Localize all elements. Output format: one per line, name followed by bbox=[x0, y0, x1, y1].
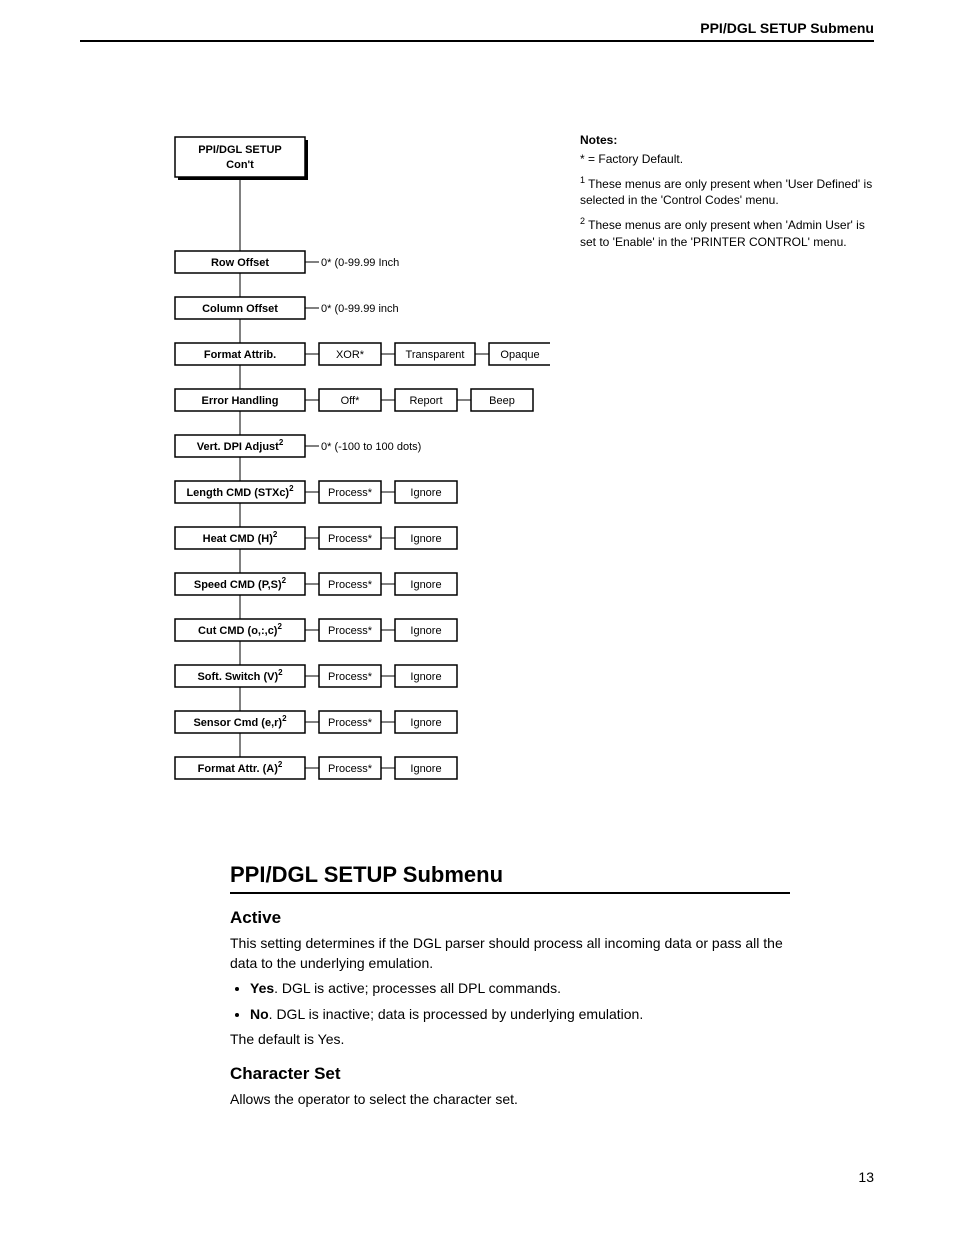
active-no-item: No. DGL is inactive; data is processed b… bbox=[250, 1005, 790, 1025]
svg-text:XOR*: XOR* bbox=[336, 349, 365, 361]
subsection-charset: Character Set bbox=[230, 1064, 790, 1084]
section-title: PPI/DGL SETUP Submenu bbox=[230, 862, 790, 888]
svg-text:Report: Report bbox=[409, 395, 442, 407]
subsection-active: Active bbox=[230, 908, 790, 928]
svg-text:0* (-100 to 100 dots): 0* (-100 to 100 dots) bbox=[321, 441, 421, 453]
svg-text:Con't: Con't bbox=[226, 159, 254, 171]
svg-text:Soft. Switch (V)2: Soft. Switch (V)2 bbox=[197, 668, 283, 683]
svg-text:Ignore: Ignore bbox=[410, 717, 441, 729]
svg-text:PPI/DGL SETUP: PPI/DGL SETUP bbox=[198, 144, 282, 156]
active-description: This setting determines if the DGL parse… bbox=[230, 934, 790, 973]
svg-text:Process*: Process* bbox=[328, 487, 373, 499]
notes-title: Notes: bbox=[580, 132, 874, 149]
menu-tree: PPI/DGL SETUP Con't Row Offset 0* (0-99.99 … bbox=[80, 132, 550, 832]
svg-text:Opaque: Opaque bbox=[500, 349, 539, 361]
active-default: The default is Yes. bbox=[230, 1030, 790, 1050]
svg-text:Process*: Process* bbox=[328, 671, 373, 683]
page: PPI/DGL SETUP Submenu PPI/DGL SETUP Con't… bbox=[0, 0, 954, 1235]
svg-text:Off*: Off* bbox=[341, 395, 360, 407]
svg-text:Row Offset: Row Offset bbox=[211, 257, 269, 269]
svg-text:Heat CMD (H)2: Heat CMD (H)2 bbox=[203, 530, 278, 545]
svg-text:Process*: Process* bbox=[328, 717, 373, 729]
svg-text:Process*: Process* bbox=[328, 625, 373, 637]
svg-text:Ignore: Ignore bbox=[410, 671, 441, 683]
svg-text:Process*: Process* bbox=[328, 763, 373, 775]
active-yes-item: Yes. DGL is active; processes all DPL co… bbox=[250, 979, 790, 999]
svg-text:Ignore: Ignore bbox=[410, 533, 441, 545]
svg-text:Error Handling: Error Handling bbox=[201, 395, 278, 407]
diagram-area: PPI/DGL SETUP Con't Row Offset 0* (0-99.99 … bbox=[80, 132, 874, 832]
section-rule bbox=[230, 892, 790, 894]
body-text: PPI/DGL SETUP Submenu Active This settin… bbox=[230, 862, 790, 1110]
svg-text:Ignore: Ignore bbox=[410, 763, 441, 775]
svg-text:Cut CMD (o,:,c)2: Cut CMD (o,:,c)2 bbox=[198, 622, 282, 637]
svg-text:Ignore: Ignore bbox=[410, 625, 441, 637]
svg-text:Beep: Beep bbox=[489, 395, 515, 407]
notes: Notes: * = Factory Default. 1 These menu… bbox=[580, 132, 874, 257]
svg-text:Format Attrib.: Format Attrib. bbox=[204, 349, 276, 361]
svg-text:Length CMD (STXc)2: Length CMD (STXc)2 bbox=[186, 484, 294, 499]
charset-description: Allows the operator to select the charac… bbox=[230, 1090, 790, 1110]
svg-text:Ignore: Ignore bbox=[410, 579, 441, 591]
svg-text:Sensor Cmd (e,r)2: Sensor Cmd (e,r)2 bbox=[193, 714, 287, 729]
svg-text:Column Offset: Column Offset bbox=[202, 303, 278, 315]
svg-text:Ignore: Ignore bbox=[410, 487, 441, 499]
svg-text:0* (0-99.99 inch: 0* (0-99.99 inch bbox=[321, 303, 399, 315]
note-2: 2 These menus are only present when 'Adm… bbox=[580, 215, 874, 251]
active-list: Yes. DGL is active; processes all DPL co… bbox=[250, 979, 790, 1024]
svg-text:Format Attr. (A)2: Format Attr. (A)2 bbox=[198, 760, 283, 775]
svg-text:Speed CMD (P,S)2: Speed CMD (P,S)2 bbox=[194, 576, 287, 591]
svg-text:Process*: Process* bbox=[328, 579, 373, 591]
note-1: 1 These menus are only present when 'Use… bbox=[580, 174, 874, 210]
svg-text:Vert. DPI Adjust2: Vert. DPI Adjust2 bbox=[197, 438, 284, 453]
note-factory-default: * = Factory Default. bbox=[580, 151, 874, 168]
svg-text:Transparent: Transparent bbox=[406, 349, 465, 361]
running-header: PPI/DGL SETUP Submenu bbox=[80, 20, 874, 42]
svg-text:Process*: Process* bbox=[328, 533, 373, 545]
page-number: 13 bbox=[858, 1169, 874, 1185]
svg-text:0* (0-99.99 Inch: 0* (0-99.99 Inch bbox=[321, 257, 399, 269]
